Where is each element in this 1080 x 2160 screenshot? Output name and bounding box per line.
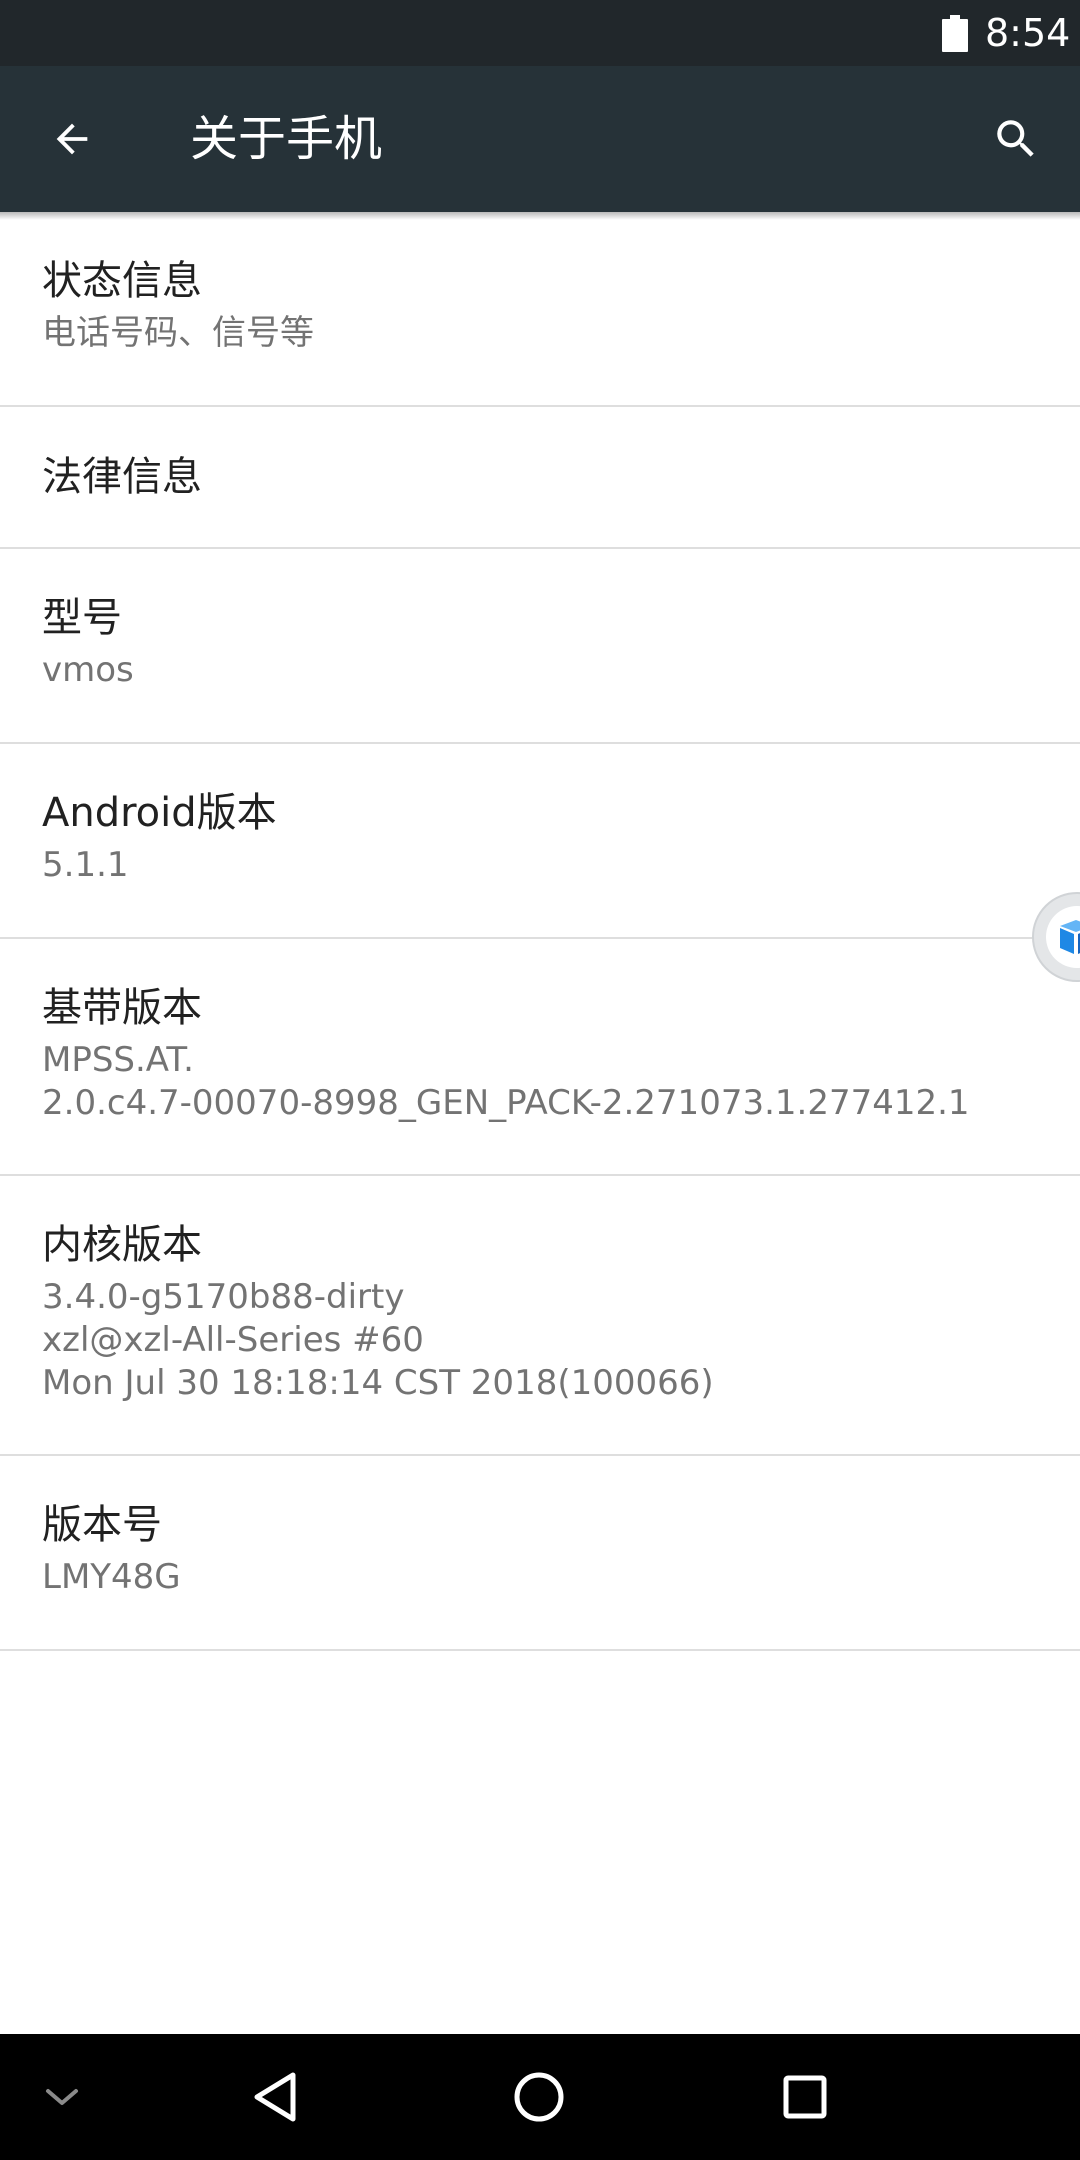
battery-full-icon (942, 15, 968, 52)
item-title: 版本号 (42, 1502, 162, 1548)
list-item-kernel-version[interactable]: 内核版本 3.4.0-g5170b88-dirty xzl@xzl-All-Se… (0, 1176, 1080, 1456)
item-title: 型号 (42, 595, 122, 641)
item-summary: 2.0.c4.7-00070-8998_GEN_PACK-2.271073.1.… (42, 1083, 970, 1123)
item-summary: xzl@xzl-All-Series #60 (42, 1320, 424, 1360)
back-button[interactable] (30, 102, 114, 176)
nav-recents-button[interactable] (760, 2034, 850, 2160)
item-summary: 3.4.0-g5170b88-dirty (42, 1277, 405, 1317)
list-item-android-version[interactable]: Android版本 5.1.1 (0, 744, 1080, 939)
search-icon (997, 120, 1034, 157)
list-item-legal-info[interactable]: 法律信息 (0, 407, 1080, 549)
toolbar: 关于手机 (0, 66, 1080, 212)
collapse-button[interactable] (20, 2034, 104, 2160)
status-time: 8:54 (985, 11, 1071, 55)
settings-screen: 8:54 关于手机 状态信息 电话号码、信号等 法律信息 型号 vmos And… (0, 0, 1080, 2160)
search-button[interactable] (976, 102, 1056, 176)
about-phone-list: 状态信息 电话号码、信号等 法律信息 型号 vmos Android版本 5.1… (0, 212, 1080, 1651)
item-summary: vmos (42, 650, 134, 690)
nav-home-circle-icon (514, 2072, 564, 2122)
list-item-baseband-version[interactable]: 基带版本 MPSS.AT. 2.0.c4.7-00070-8998_GEN_PA… (0, 939, 1080, 1176)
item-summary: 5.1.1 (42, 845, 129, 885)
item-summary: 电话号码、信号等 (42, 313, 314, 353)
list-item-build-number[interactable]: 版本号 LMY48G (0, 1456, 1080, 1651)
nav-recents-square-icon (783, 2075, 827, 2119)
item-title: 法律信息 (42, 454, 202, 500)
cube-icon (1060, 920, 1080, 954)
arrow-back-icon (56, 123, 88, 155)
item-summary: LMY48G (42, 1557, 181, 1597)
chevron-down-icon (46, 2089, 78, 2105)
item-summary: Mon Jul 30 18:18:14 CST 2018(100066) (42, 1363, 714, 1403)
item-title: Android版本 (42, 790, 277, 836)
nav-home-button[interactable] (494, 2034, 584, 2160)
nav-back-button[interactable] (230, 2034, 320, 2160)
list-item-model[interactable]: 型号 vmos (0, 549, 1080, 744)
item-title: 基带版本 (42, 985, 202, 1031)
item-title: 状态信息 (42, 258, 202, 304)
status-bar: 8:54 (0, 0, 1080, 66)
item-title: 内核版本 (42, 1222, 202, 1268)
list-item-status-info[interactable]: 状态信息 电话号码、信号等 (0, 212, 1080, 407)
nav-back-triangle-icon (254, 2072, 296, 2122)
item-summary: MPSS.AT. (42, 1040, 194, 1080)
page-title: 关于手机 (190, 111, 383, 167)
navigation-bar (0, 2034, 1080, 2160)
